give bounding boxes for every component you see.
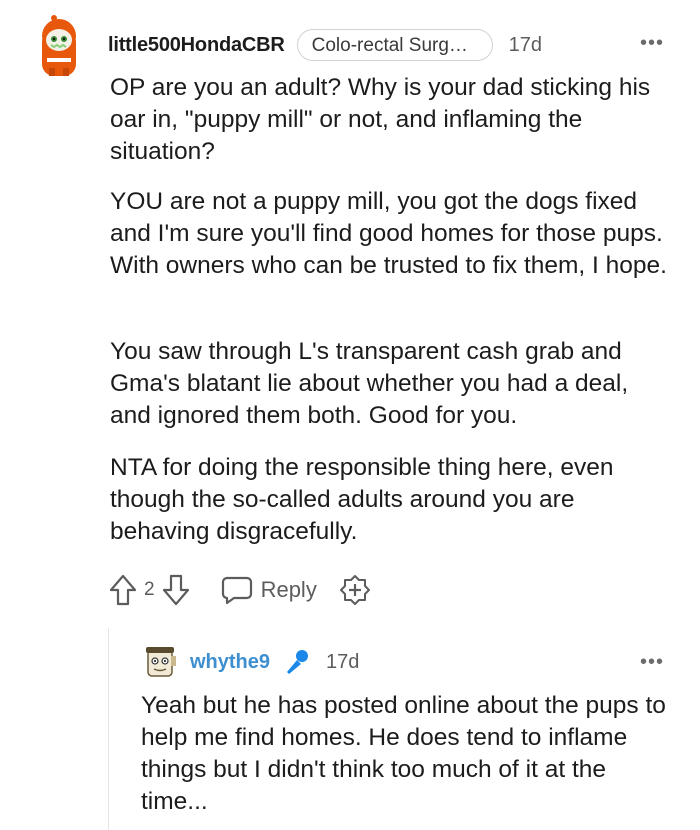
user-avatar[interactable]: [142, 644, 178, 680]
more-options-icon[interactable]: •••: [640, 33, 664, 53]
thread-line[interactable]: [108, 628, 109, 830]
comment-paragraph: You saw through L's transparent cash gra…: [110, 338, 629, 429]
username[interactable]: little500HondaCBR: [108, 34, 285, 57]
timestamp: 17d: [326, 650, 360, 673]
username[interactable]: whythe9: [190, 651, 270, 674]
downvote-icon[interactable]: [161, 573, 191, 607]
comment-paragraph: OP are you an adult? Why is your dad sti…: [110, 74, 651, 165]
reply-icon: [221, 576, 252, 605]
reply-body: Yeah but he has posted online about the …: [141, 692, 666, 815]
reply-button[interactable]: Reply: [221, 575, 317, 605]
user-avatar[interactable]: [34, 12, 84, 78]
reply-header: whythe9 17d: [190, 647, 359, 677]
reply-label: Reply: [260, 577, 317, 602]
timestamp: 17d: [508, 33, 543, 56]
user-flair: Colo-rectal Surgeo...: [296, 29, 493, 61]
microphone-icon: [282, 647, 312, 677]
award-icon: [339, 575, 370, 605]
upvote-icon[interactable]: [108, 573, 138, 607]
award-button[interactable]: [339, 574, 371, 606]
comment-header: little500HondaCBR Colo-rectal Surgeo... …: [108, 27, 542, 63]
comment-paragraph: NTA for doing the responsible thing here…: [110, 454, 614, 545]
comment-actions: 2 Reply: [108, 570, 371, 610]
more-options-icon[interactable]: •••: [640, 652, 664, 672]
vote-count: 2: [144, 579, 155, 600]
comment-paragraph: YOU are not a puppy mill, you got the do…: [110, 188, 667, 279]
